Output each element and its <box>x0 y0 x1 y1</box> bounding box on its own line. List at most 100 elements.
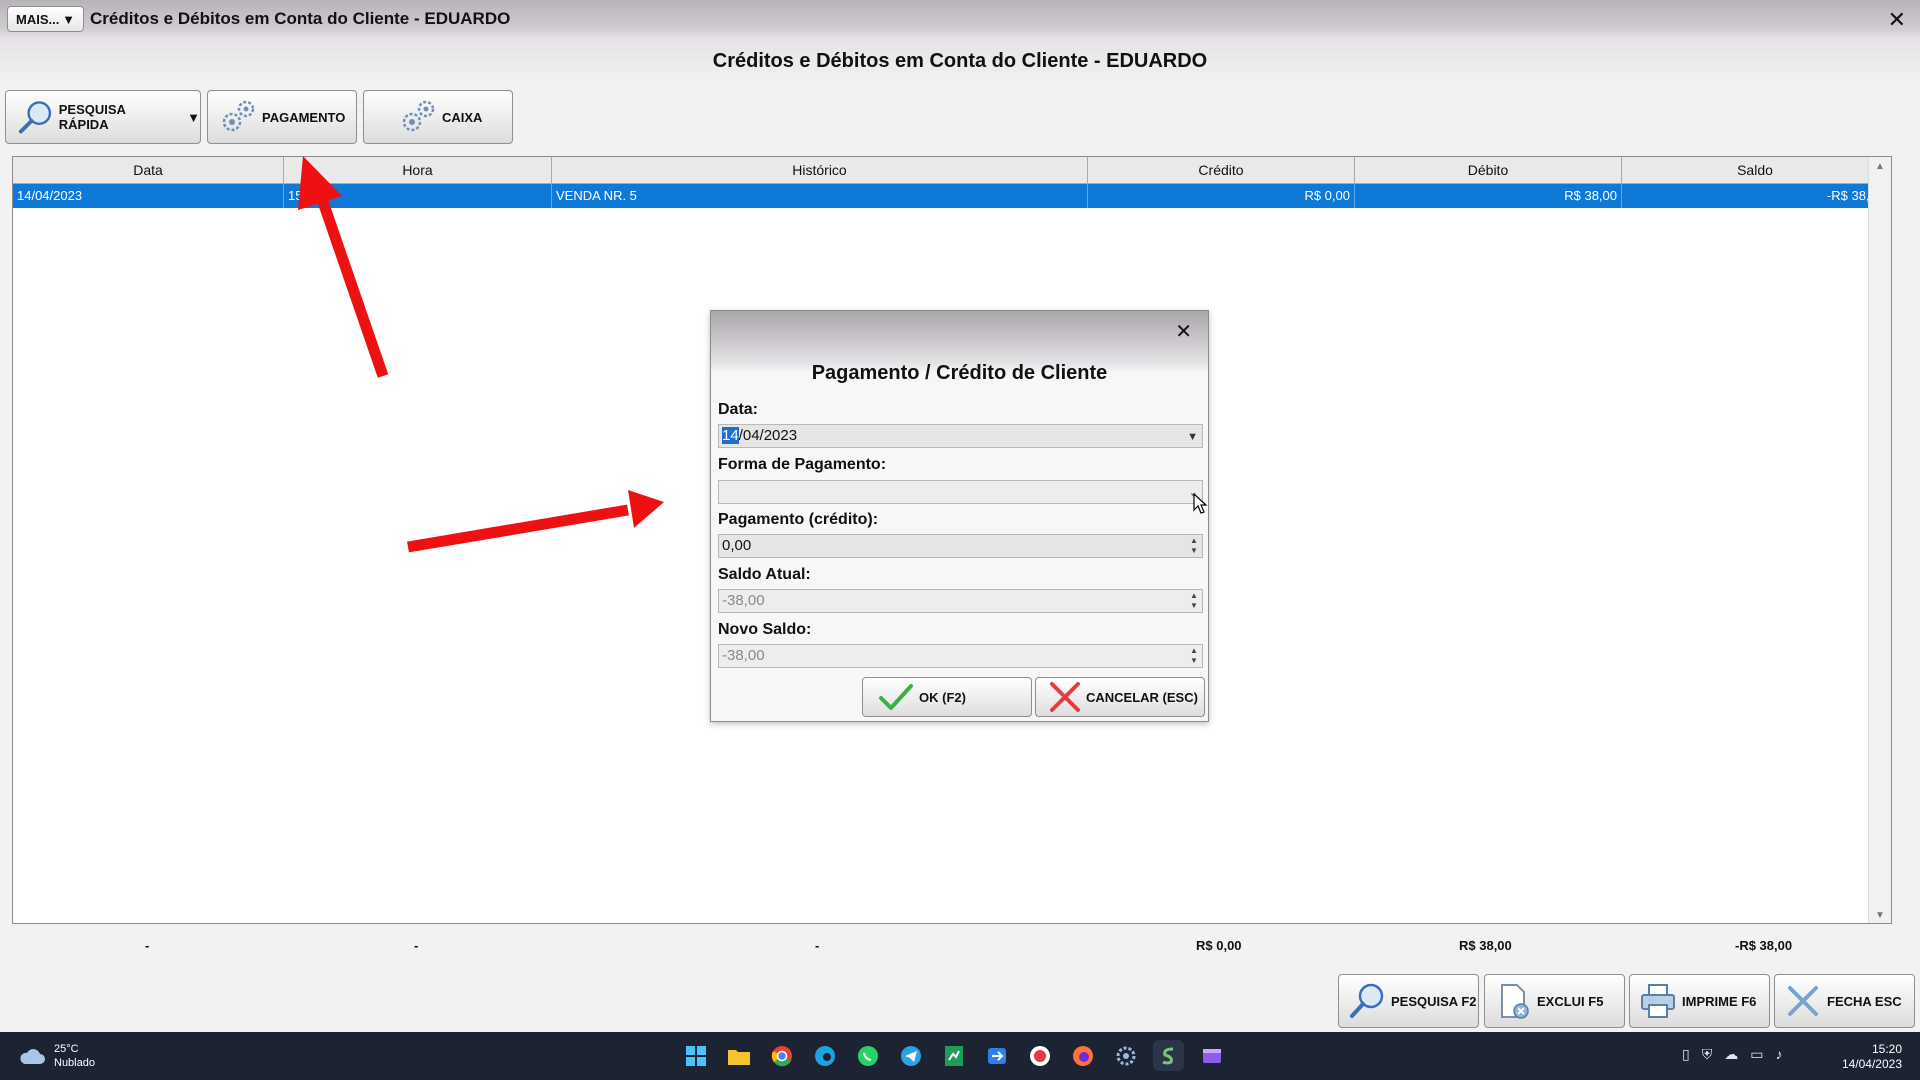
dropdown-arrow-icon[interactable]: ▼ <box>1187 426 1198 448</box>
whatsapp-icon[interactable] <box>852 1040 883 1071</box>
magnifier-icon <box>1350 983 1384 1018</box>
ok-f2-label: OK (F2) <box>919 689 966 705</box>
weather-temperature: 25°C <box>54 1043 79 1055</box>
file-explorer-icon[interactable] <box>723 1040 754 1071</box>
system-clock[interactable]: 15:20 14/04/2023 <box>1842 1042 1902 1072</box>
column-header-debito[interactable]: Débito <box>1355 157 1622 183</box>
cell-credito: R$ 0,00 <box>1088 184 1355 208</box>
cashier-label: CAIXA <box>442 109 483 125</box>
video-app-icon[interactable] <box>1196 1040 1227 1071</box>
payment-dialog: ✕ Pagamento / Crédito de Cliente Data: 1… <box>710 310 1209 722</box>
payment-method-select[interactable]: ⌄ <box>718 480 1203 504</box>
date-picker-field[interactable]: 14/04/2023 ▼ <box>718 424 1203 448</box>
mais-label: MAIS... <box>16 11 60 27</box>
firefox-icon[interactable] <box>1067 1040 1098 1071</box>
search-f2-label: PESQUISA F2 <box>1391 993 1477 1009</box>
cashier-button[interactable]: CAIXA <box>363 90 513 144</box>
new-balance-label: Novo Saldo: <box>718 621 812 638</box>
magnifier-icon <box>18 101 52 134</box>
delete-f5-label: EXCLUI F5 <box>1537 993 1604 1009</box>
payment-amount-value: 0,00 <box>722 537 752 554</box>
security-app-icon[interactable] <box>1024 1040 1055 1071</box>
column-header-hora[interactable]: Hora <box>284 157 552 183</box>
printer-icon <box>1641 984 1675 1018</box>
delete-document-icon <box>1501 984 1529 1019</box>
scroll-up-icon[interactable]: ▲ <box>1875 161 1885 172</box>
total-debito: R$ 38,00 <box>1459 938 1512 953</box>
spreadsheet-app-icon[interactable] <box>938 1040 969 1071</box>
delete-f5-button[interactable]: EXCLUI F5 <box>1484 974 1625 1028</box>
quick-search-label: PESQUISA RÁPIDA <box>58 102 126 132</box>
erp-app-icon[interactable] <box>1153 1040 1184 1071</box>
page-title: Créditos e Débitos em Conta do Cliente -… <box>712 50 1208 72</box>
vertical-scrollbar[interactable]: ▲ ▼ <box>1868 157 1891 923</box>
payment-method-label: Forma de Pagamento: <box>718 456 887 473</box>
ok-f2-button[interactable]: OK (F2) <box>862 677 1032 717</box>
print-f6-label: IMPRIME F6 <box>1682 993 1757 1009</box>
search-f2-button[interactable]: PESQUISA F2 <box>1338 974 1479 1028</box>
clock-time: 15:20 <box>1871 1042 1902 1056</box>
column-header-historico[interactable]: Histórico <box>552 157 1088 183</box>
spinner-arrows-icon[interactable]: ▲ ▼ <box>1188 536 1200 556</box>
payment-amount-label: Pagamento (crédito): <box>718 511 879 528</box>
current-balance-field: -38,00 ▲ ▼ <box>718 589 1203 613</box>
taskbar: 25°C Nublado ▯ ⛨ ☁ ▭ ♪ 15:20 14/04/2023 <box>0 1032 1920 1080</box>
cell-historico: VENDA NR. 5 <box>552 184 1088 208</box>
weather-widget[interactable]: 25°C Nublado <box>18 1042 95 1070</box>
new-balance-value: -38,00 <box>722 647 765 664</box>
checkmark-icon <box>879 684 913 710</box>
table-row[interactable]: 14/04/2023 15:1_5 VENDA NR. 5 R$ 0,00 R$… <box>13 184 1891 208</box>
title-bar: MAIS... ▼ Créditos e Débitos em Conta do… <box>0 0 1920 40</box>
windows-start-icon[interactable] <box>680 1040 711 1071</box>
payment-amount-input[interactable]: 0,00 ▲ ▼ <box>718 534 1203 558</box>
window-title: Créditos e Débitos em Conta do Cliente -… <box>90 9 511 28</box>
cancel-x-icon <box>1050 682 1080 712</box>
edge-icon[interactable] <box>809 1040 840 1071</box>
spinner-arrows-icon: ▲ ▼ <box>1190 591 1198 610</box>
telegram-icon[interactable] <box>895 1040 926 1071</box>
cloud-icon <box>20 1049 45 1064</box>
scroll-down-icon[interactable]: ▼ <box>1875 910 1885 921</box>
cloud-sync-icon[interactable]: ☁ <box>1724 1046 1738 1063</box>
weather-condition: Nublado <box>54 1057 95 1069</box>
gears-icon <box>222 100 255 132</box>
data-label: Data: <box>718 401 759 418</box>
column-header-data[interactable]: Data <box>13 157 284 183</box>
total-data: - <box>145 938 150 953</box>
cell-hora: 15:1_5 <box>284 184 552 208</box>
window-close-icon[interactable]: ✕ <box>1888 7 1906 33</box>
quick-search-button[interactable]: PESQUISA RÁPIDA ▼ <box>5 90 201 144</box>
chrome-icon[interactable] <box>766 1040 797 1071</box>
print-f6-button[interactable]: IMPRIME F6 <box>1629 974 1770 1028</box>
column-header-credito[interactable]: Crédito <box>1088 157 1355 183</box>
system-tray: ▯ ⛨ ☁ ▭ ♪ <box>1682 1046 1782 1063</box>
total-hora: - <box>414 938 419 953</box>
usb-device-icon[interactable]: ▯ <box>1682 1046 1690 1063</box>
mouse-cursor-icon <box>1193 493 1207 514</box>
dialog-close-icon[interactable]: ✕ <box>1175 319 1192 344</box>
cell-saldo: -R$ 38,00 <box>1622 184 1889 208</box>
new-balance-field: -38,00 ▲ ▼ <box>718 644 1203 668</box>
payment-button[interactable]: PAGAMENTO <box>207 90 357 144</box>
cell-debito: R$ 38,00 <box>1355 184 1622 208</box>
close-esc-button[interactable]: FECHA ESC <box>1774 974 1915 1028</box>
column-header-saldo[interactable]: Saldo <box>1622 157 1889 183</box>
total-historico: - <box>815 938 820 953</box>
remote-app-icon[interactable] <box>981 1040 1012 1071</box>
dropdown-arrow-icon[interactable]: ▼ <box>187 110 200 125</box>
taskbar-apps <box>680 1040 1227 1071</box>
mais-dropdown-button[interactable]: MAIS... ▼ <box>7 6 84 32</box>
volume-icon[interactable]: ♪ <box>1775 1046 1782 1063</box>
grid-header: Data Hora Histórico Crédito Débito Saldo <box>13 157 1891 184</box>
close-x-icon <box>1788 986 1818 1016</box>
clock-date: 14/04/2023 <box>1841 1057 1902 1071</box>
cancel-esc-button[interactable]: CANCELAR (ESC) <box>1035 677 1205 717</box>
cancel-esc-label: CANCELAR (ESC) <box>1086 689 1198 705</box>
shield-icon[interactable]: ⛨ <box>1702 1046 1713 1063</box>
settings-gear-icon[interactable] <box>1110 1040 1141 1071</box>
total-saldo: -R$ 38,00 <box>1735 938 1793 953</box>
payment-label: PAGAMENTO <box>262 109 346 125</box>
date-selected-part: 14 <box>722 427 739 444</box>
network-icon[interactable]: ▭ <box>1750 1046 1763 1063</box>
date-rest-part: /04/2023 <box>738 427 798 444</box>
